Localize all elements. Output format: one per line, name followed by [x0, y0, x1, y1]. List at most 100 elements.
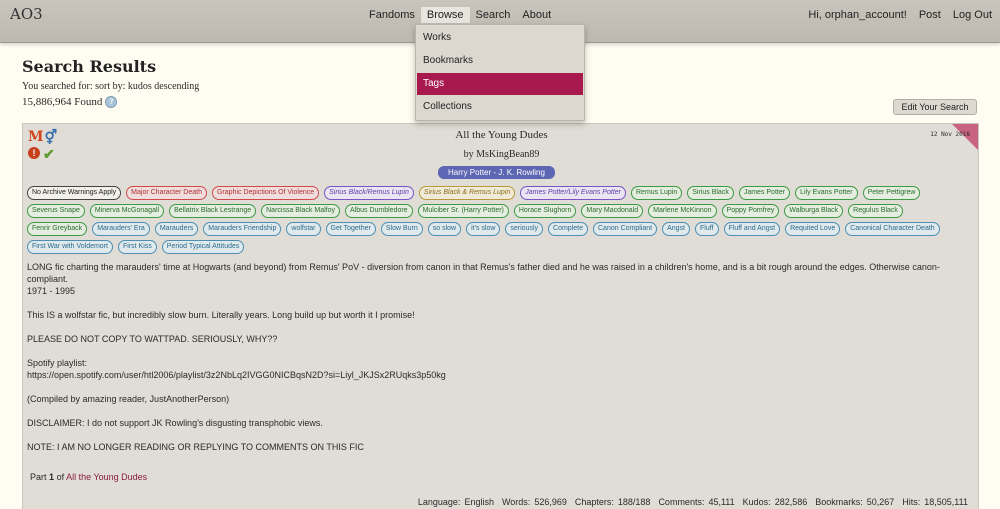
tag-list: No Archive Warnings Apply Major Character…: [27, 186, 962, 254]
stat-item: Chapters: 188/188: [575, 497, 651, 507]
menu-item-bookmarks[interactable]: Bookmarks: [417, 50, 583, 72]
tag-freeform[interactable]: Marauders Friendship: [203, 222, 282, 236]
tag-char[interactable]: James Potter: [738, 186, 791, 200]
logout-link[interactable]: Log Out: [953, 9, 992, 21]
user-nav: Hi, orphan_account! Post Log Out: [808, 9, 992, 21]
page-title: Search Results: [22, 57, 157, 76]
work-title[interactable]: All the Young Dudes: [23, 129, 980, 141]
tag-warning[interactable]: No Archive Warnings Apply: [27, 186, 122, 200]
tag-char[interactable]: Albus Dumbledore: [344, 204, 413, 218]
work-blurb: M ⚥ ! ✔ All the Young Dudes by MsKingBea…: [22, 123, 979, 509]
tag-freeform[interactable]: First War with Voldemort: [27, 240, 113, 254]
summary-paragraph: PLEASE DO NOT COPY TO WATTPAD. SERIOUSLY…: [27, 334, 278, 344]
fandom-tag[interactable]: Harry Potter - J. K. Rowling: [438, 166, 555, 179]
tag-char[interactable]: Peter Pettigrew: [862, 186, 921, 200]
stat-value: 526,969: [534, 497, 567, 507]
nav-browse[interactable]: Browse: [420, 7, 470, 23]
tag-char[interactable]: Poppy Pomfrey: [721, 204, 780, 218]
stat-value[interactable]: 45,111: [708, 497, 734, 507]
tag-char[interactable]: Remus Lupin: [631, 186, 683, 200]
stat-label: Bookmarks:: [815, 497, 863, 507]
menu-item-tags[interactable]: Tags: [417, 73, 583, 95]
tag-freeform[interactable]: First Kiss: [117, 240, 157, 254]
summary-paragraph: Spotify playlist: https://open.spotify.c…: [27, 358, 446, 380]
series-of: of: [56, 472, 65, 482]
help-icon[interactable]: ?: [105, 96, 118, 108]
tag-char[interactable]: Severus Snape: [27, 204, 85, 218]
work-author[interactable]: by MsKingBean89: [23, 149, 980, 160]
tag-char[interactable]: Horace Slughorn: [513, 204, 577, 218]
tag-freeform[interactable]: Slow Burn: [380, 222, 423, 236]
tag-char[interactable]: Minerva McGonagall: [89, 204, 165, 218]
tag-category[interactable]: Major Character Death: [126, 186, 207, 200]
stat-label: Comments:: [658, 497, 705, 507]
tag-rel1[interactable]: Sirius Black/Remus Lupin: [324, 186, 414, 200]
tag-freeform[interactable]: Complete: [548, 222, 588, 236]
stat-item: Bookmarks: 50,267: [815, 497, 894, 507]
tag-freeform[interactable]: Get Together: [325, 222, 376, 236]
site-logo[interactable]: AO3: [10, 5, 43, 23]
work-summary: LONG fic charting the marauders' time at…: [27, 261, 972, 465]
tag-char[interactable]: Fenrir Greyback: [27, 222, 88, 236]
stat-item: Kudos: 282,586: [743, 497, 808, 507]
tag-freeform[interactable]: so slow: [427, 222, 462, 236]
stat-value[interactable]: 50,267: [867, 497, 895, 507]
results-count: 15,886,964 Found ?: [22, 96, 118, 108]
edit-search-button[interactable]: Edit Your Search: [893, 99, 977, 115]
tag-freeform[interactable]: Fluff: [695, 222, 719, 236]
summary-paragraph: DISCLAIMER: I do not support JK Rowling'…: [27, 418, 323, 428]
summary-paragraph: This IS a wolfstar fic, but incredibly s…: [27, 310, 415, 320]
stat-value: English: [464, 497, 494, 507]
search-description: You searched for: sort by: kudos descend…: [22, 81, 200, 92]
tag-char[interactable]: Mulciber Sr. (Harry Potter): [417, 204, 509, 218]
tag-rel2[interactable]: Sirius Black & Remus Lupin: [418, 186, 516, 200]
main-nav: Fandoms Browse Search About: [363, 7, 557, 23]
browse-dropdown-menu: Works Bookmarks Tags Collections: [415, 24, 585, 121]
stat-label: Hits:: [902, 497, 921, 507]
tag-char[interactable]: Narcissa Black Malfoy: [261, 204, 340, 218]
stat-label: Kudos:: [742, 497, 771, 507]
series-link[interactable]: All the Young Dudes: [66, 472, 147, 482]
user-greeting[interactable]: Hi, orphan_account!: [808, 9, 906, 21]
series-part: 1: [49, 472, 55, 482]
tag-char[interactable]: Lily Evans Potter: [795, 186, 858, 200]
tag-freeform[interactable]: Marauders: [154, 222, 199, 236]
tag-rel1[interactable]: James Potter/Lily Evans Potter: [520, 186, 626, 200]
menu-item-works[interactable]: Works: [417, 27, 583, 49]
tag-freeform[interactable]: it's slow: [466, 222, 501, 236]
stat-label: Language:: [417, 497, 461, 507]
tag-category[interactable]: Graphic Depictions Of Violence: [211, 186, 320, 200]
stat-value[interactable]: 18,505,111: [924, 497, 968, 507]
nav-about[interactable]: About: [516, 7, 557, 23]
tag-freeform[interactable]: Canonical Character Death: [845, 222, 940, 236]
work-stats: Language: English Words: 526,969 Chapters: 18…: [418, 497, 968, 507]
summary-paragraph: LONG fic charting the marauders' time at…: [27, 262, 940, 296]
work-date: 12 Nov 2018: [930, 131, 970, 138]
stat-item: Comments: 45,111: [658, 497, 734, 507]
nav-search[interactable]: Search: [470, 7, 517, 23]
tag-freeform[interactable]: Requited Love: [785, 222, 841, 236]
tag-freeform[interactable]: wolfstar: [286, 222, 321, 236]
tag-char[interactable]: Marlene McKinnon: [648, 204, 717, 218]
post-link[interactable]: Post: [919, 9, 941, 21]
tag-char[interactable]: Regulus Black: [848, 204, 903, 218]
stat-item: Words: 526,969: [502, 497, 567, 507]
tag-char[interactable]: Mary Macdonald: [581, 204, 644, 218]
tag-char[interactable]: Walburga Black: [784, 204, 844, 218]
tag-freeform[interactable]: seriously: [505, 222, 544, 236]
tag-freeform[interactable]: Marauders' Era: [92, 222, 150, 236]
tag-freeform[interactable]: Canon Compliant: [593, 222, 658, 236]
summary-paragraph: (Compiled by amazing reader, JustAnother…: [27, 394, 230, 404]
stat-value[interactable]: 188/188: [618, 497, 651, 507]
stat-item: Language: English: [418, 497, 494, 507]
series-prefix: Part: [30, 472, 47, 482]
tag-char[interactable]: Bellatrix Black Lestrange: [169, 204, 257, 218]
stat-value[interactable]: 282,586: [775, 497, 808, 507]
menu-item-collections[interactable]: Collections: [417, 96, 583, 118]
nav-fandoms[interactable]: Fandoms: [363, 7, 421, 23]
tag-freeform[interactable]: Period Typical Attitudes: [161, 240, 245, 254]
tag-freeform[interactable]: Fluff and Angst: [723, 222, 781, 236]
stat-item: Hits: 18,505,111: [902, 497, 968, 507]
tag-char[interactable]: Sirius Black: [687, 186, 734, 200]
tag-freeform[interactable]: Angst: [662, 222, 690, 236]
